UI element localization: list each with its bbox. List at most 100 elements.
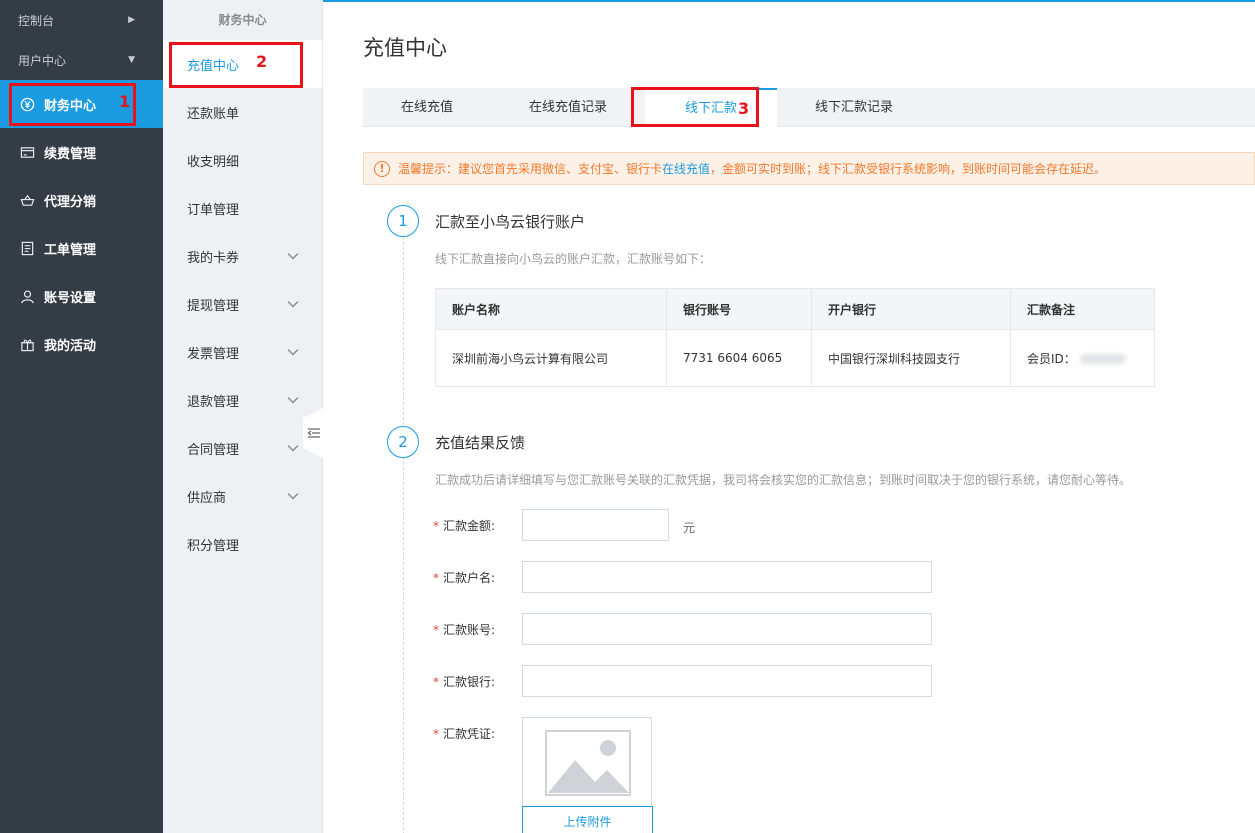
nav-item-my-activities[interactable]: 我的活动	[0, 320, 163, 368]
cell-account-name: 深圳前海小鸟云计算有限公司	[435, 329, 667, 387]
cell-bank-account: 7731 6604 6065	[666, 329, 812, 387]
sub-item-orders[interactable]: 订单管理	[163, 184, 322, 232]
nav-user-center[interactable]: 用户中心 ▼	[0, 40, 163, 80]
sub-item-label: 收支明细	[187, 154, 240, 170]
sub-item-label: 还款账单	[187, 106, 240, 122]
card-icon	[20, 145, 35, 160]
account-holder-label: * 汇款户名:	[433, 569, 513, 586]
member-id-label: 会员ID：	[1027, 351, 1076, 366]
chevron-down-icon	[287, 253, 299, 260]
notice-text-before: 温馨提示：建议您首先采用微信、支付宝、银行卡	[398, 162, 663, 176]
nav-item-tickets[interactable]: 工单管理	[0, 224, 163, 272]
chevron-down-icon	[287, 349, 299, 356]
nav-item-label: 工单管理	[44, 242, 97, 258]
sub-item-label: 发票管理	[187, 346, 240, 362]
required-mark: *	[433, 727, 439, 741]
table-header-row: 账户名称 银行账号 开户银行 汇款备注	[435, 288, 1155, 330]
sub-item-suppliers[interactable]: 供应商	[163, 472, 322, 520]
sub-item-label: 供应商	[187, 490, 227, 506]
page-title: 充值中心	[363, 36, 447, 60]
chevron-down-icon	[287, 397, 299, 404]
amount-label: * 汇款金额:	[433, 517, 513, 534]
bank-account-table: 账户名称 银行账号 开户银行 汇款备注 深圳前海小鸟云计算有限公司 7731 6…	[435, 288, 1155, 387]
account-number-input[interactable]	[522, 613, 932, 645]
ticket-icon	[20, 241, 35, 256]
required-mark: *	[433, 675, 439, 689]
cell-remittance-note: 会员ID：	[1010, 329, 1155, 387]
col-opening-bank: 开户银行	[811, 288, 1011, 330]
sub-item-coupons[interactable]: 我的卡券	[163, 232, 322, 280]
amount-label-text: 汇款金额:	[443, 519, 496, 533]
nav-item-label: 代理分销	[44, 194, 97, 210]
online-recharge-link[interactable]: 在线充值	[662, 160, 710, 177]
required-mark: *	[433, 623, 439, 637]
caret-down-icon: ▼	[128, 55, 135, 65]
nav-item-account-settings[interactable]: 账号设置	[0, 272, 163, 320]
warm-tip-notice: ! 温馨提示：建议您首先采用微信、支付宝、银行卡 在线充值 ，金额可实时到账；线…	[363, 152, 1255, 185]
annotation-box-finance-center	[9, 83, 136, 126]
notice-text-after: ，金额可实时到账；线下汇款受银行系统影响，到账时间可能会存在延迟。	[710, 162, 1107, 176]
sub-item-label: 合同管理	[187, 442, 240, 458]
sub-item-repayment-bills[interactable]: 还款账单	[163, 88, 322, 136]
annotation-marker-2: 2	[256, 52, 268, 71]
user-icon	[20, 289, 35, 304]
col-bank-account: 银行账号	[666, 288, 812, 330]
step-connector-line	[403, 237, 404, 833]
basket-icon	[20, 193, 35, 208]
step-1-description: 线下汇款直接向小鸟云的账户汇款，汇款账号如下：	[435, 252, 712, 266]
nav-item-label: 我的活动	[44, 338, 97, 354]
sub-item-withdrawals[interactable]: 提现管理	[163, 280, 322, 328]
table-row: 深圳前海小鸟云计算有限公司 7731 6604 6065 中国银行深圳科技园支行…	[435, 329, 1155, 387]
voucher-label: * 汇款凭证:	[433, 725, 513, 742]
collapse-menu-icon	[307, 428, 320, 438]
sub-item-label: 我的卡券	[187, 250, 240, 266]
recharge-tabs: 在线充值 在线充值记录 线下汇款 线下汇款记录	[363, 88, 1255, 127]
step-2-title: 充值结果反馈	[435, 434, 526, 452]
tab-online-recharge[interactable]: 在线充值	[363, 88, 491, 127]
required-mark: *	[433, 571, 439, 585]
chevron-down-icon	[287, 493, 299, 500]
image-placeholder-icon	[545, 730, 631, 796]
tab-online-recharge-records[interactable]: 在线充值记录	[491, 88, 645, 127]
step-1-title: 汇款至小鸟云银行账户	[435, 213, 586, 231]
annotation-marker-1: 1	[119, 92, 131, 111]
account-number-label: * 汇款账号:	[433, 621, 513, 638]
col-account-name: 账户名称	[435, 288, 667, 330]
main-content: 充值中心 在线充值 在线充值记录 线下汇款 线下汇款记录 ! 温馨提示：建议您首…	[323, 0, 1255, 833]
account-holder-label-text: 汇款户名:	[443, 571, 496, 585]
required-mark: *	[433, 519, 439, 533]
nav-console[interactable]: 控制台 ▶	[0, 0, 163, 40]
step-1-badge: 1	[387, 205, 419, 237]
sub-item-transactions[interactable]: 收支明细	[163, 136, 322, 184]
caret-right-icon: ▶	[128, 15, 135, 25]
annotation-marker-3: 3	[738, 99, 750, 118]
sub-item-refunds[interactable]: 退款管理	[163, 376, 322, 424]
chevron-down-icon	[287, 445, 299, 452]
sub-item-label: 积分管理	[187, 538, 240, 554]
nav-item-renewal[interactable]: 续费管理	[0, 128, 163, 176]
sub-item-points[interactable]: 积分管理	[163, 520, 322, 568]
upload-attachment-button[interactable]: 上传附件	[522, 806, 653, 833]
sub-item-label: 订单管理	[187, 202, 240, 218]
voucher-label-text: 汇款凭证:	[443, 727, 496, 741]
chevron-down-icon	[287, 301, 299, 308]
sub-item-contracts[interactable]: 合同管理	[163, 424, 322, 472]
nav-item-label: 续费管理	[44, 146, 97, 162]
amount-input[interactable]	[522, 509, 669, 541]
account-holder-input[interactable]	[522, 561, 932, 593]
sub-item-invoices[interactable]: 发票管理	[163, 328, 322, 376]
step-2-badge: 2	[387, 426, 419, 458]
col-remittance-note: 汇款备注	[1010, 288, 1155, 330]
amount-unit: 元	[683, 521, 696, 535]
step-2-description: 汇款成功后请详细填写与您汇款账号关联的汇款凭据，我司将会核实您的汇款信息；到账时…	[435, 473, 1132, 487]
bank-input[interactable]	[522, 665, 932, 697]
blurred-member-id	[1079, 354, 1126, 364]
sub-item-label: 提现管理	[187, 298, 240, 314]
nav-console-label: 控制台	[18, 13, 55, 28]
nav-item-agency[interactable]: 代理分销	[0, 176, 163, 224]
account-number-label-text: 汇款账号:	[443, 623, 496, 637]
nav-user-center-label: 用户中心	[18, 53, 67, 68]
tab-offline-remittance-records[interactable]: 线下汇款记录	[777, 88, 931, 127]
sub-item-label: 退款管理	[187, 394, 240, 410]
nav-item-label: 账号设置	[44, 290, 97, 306]
